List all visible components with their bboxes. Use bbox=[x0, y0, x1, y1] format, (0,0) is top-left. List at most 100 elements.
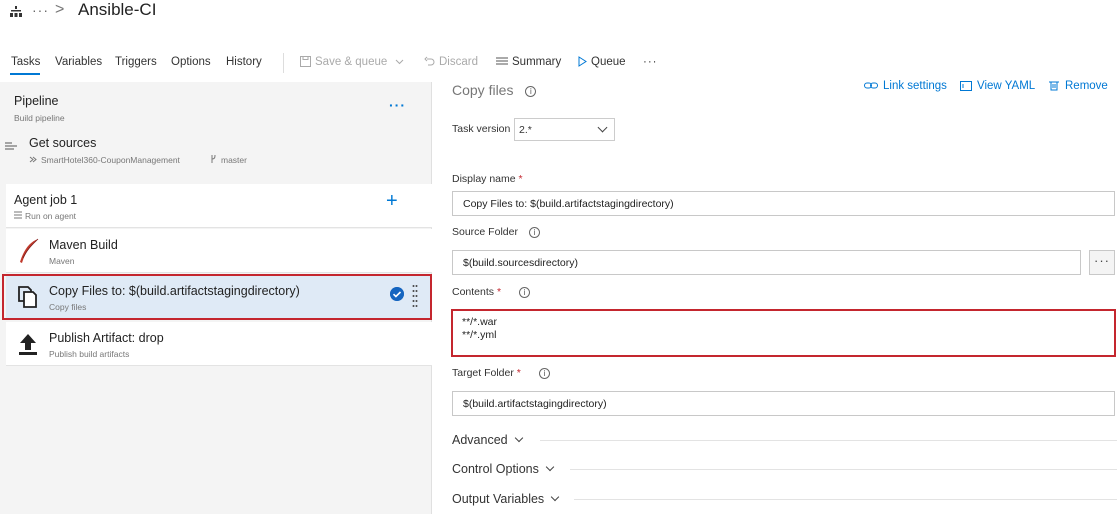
toolbar-separator bbox=[283, 53, 284, 73]
summary-button[interactable]: Summary bbox=[496, 56, 561, 68]
selected-task-highlight bbox=[2, 274, 432, 320]
save-queue-button[interactable]: Save & queue bbox=[300, 56, 404, 68]
display-name-label: Display name * bbox=[452, 173, 523, 185]
info-icon[interactable]: i bbox=[538, 367, 550, 379]
pipeline-title: Ansible-CI bbox=[78, 0, 157, 19]
required-mark: * bbox=[518, 173, 523, 185]
output-variables-section[interactable]: Output Variables bbox=[452, 492, 560, 506]
task-subtitle: Publish build artifacts bbox=[49, 349, 130, 359]
section-divider bbox=[574, 499, 1117, 500]
discard-button[interactable]: Discard bbox=[424, 56, 478, 68]
agent-job-subtitle-label: Run on agent bbox=[25, 211, 77, 221]
discard-label: Discard bbox=[439, 56, 478, 68]
toolbar-more-button[interactable]: ··· bbox=[643, 56, 658, 68]
tab-triggers[interactable]: Triggers bbox=[115, 56, 157, 68]
display-name-label-text: Display name bbox=[452, 173, 516, 185]
control-options-section[interactable]: Control Options bbox=[452, 462, 555, 476]
target-folder-label-text: Target Folder bbox=[452, 367, 514, 379]
tab-tasks[interactable]: Tasks bbox=[11, 56, 40, 68]
chevron-down-icon bbox=[550, 492, 560, 502]
agent-job-subtitle: Run on agent bbox=[14, 211, 76, 221]
remove-button[interactable]: Remove bbox=[1049, 80, 1108, 92]
branch-name: master bbox=[210, 154, 247, 165]
section-divider bbox=[570, 469, 1117, 470]
advanced-section[interactable]: Advanced bbox=[452, 433, 523, 447]
pipeline-item-title: Pipeline bbox=[14, 94, 59, 108]
link-settings-label: Link settings bbox=[883, 80, 947, 92]
add-task-button[interactable]: + bbox=[386, 190, 398, 213]
breadcrumb-separator: > bbox=[55, 1, 65, 18]
task-version-value: 2.* bbox=[519, 124, 532, 136]
control-options-label: Control Options bbox=[452, 462, 539, 476]
summary-label: Summary bbox=[512, 56, 562, 68]
contents-textarea[interactable]: **/*.war **/*.yml bbox=[451, 309, 1116, 357]
task-details-title: Copy files i bbox=[452, 82, 537, 98]
target-folder-label: Target Folder * i bbox=[452, 367, 550, 379]
play-icon bbox=[578, 56, 587, 68]
output-variables-label: Output Variables bbox=[452, 492, 545, 506]
chevron-down-icon bbox=[545, 462, 555, 472]
view-yaml-label: View YAML bbox=[977, 80, 1036, 92]
task-version-select[interactable]: 2.* bbox=[514, 118, 615, 141]
repo-label: SmartHotel360-CouponManagement bbox=[41, 155, 180, 165]
contents-label-text: Contents bbox=[452, 286, 495, 298]
trash-icon bbox=[1049, 81, 1059, 91]
get-sources-title: Get sources bbox=[29, 136, 97, 150]
repo-icon bbox=[29, 156, 37, 163]
tab-options[interactable]: Options bbox=[171, 56, 211, 68]
remove-label: Remove bbox=[1065, 80, 1108, 92]
browse-button[interactable]: ··· bbox=[1089, 250, 1115, 275]
maven-feather-icon bbox=[20, 238, 39, 263]
agent-icon bbox=[14, 211, 22, 219]
task-details-title-label: Copy files bbox=[452, 82, 514, 98]
task-title: Publish Artifact: drop bbox=[49, 331, 164, 345]
save-icon bbox=[300, 56, 311, 68]
source-folder-input[interactable]: $(build.sourcesdirectory) bbox=[452, 250, 1081, 275]
get-sources-item[interactable]: Get sources SmartHotel360-CouponManageme… bbox=[0, 134, 432, 174]
save-queue-label: Save & queue bbox=[315, 56, 388, 68]
list-icon bbox=[496, 57, 508, 65]
advanced-section-label: Advanced bbox=[452, 433, 508, 447]
task-item-maven-build[interactable]: Maven Build Maven bbox=[6, 229, 432, 273]
section-divider bbox=[540, 440, 1117, 441]
task-version-label: Task version bbox=[452, 123, 511, 135]
breadcrumb: ··· > Ansible-CI bbox=[0, 0, 1117, 26]
queue-label: Queue bbox=[591, 56, 626, 68]
repo-name: SmartHotel360-CouponManagement bbox=[29, 155, 180, 165]
queue-button[interactable]: Queue bbox=[578, 56, 626, 68]
sources-icon bbox=[5, 142, 17, 150]
source-folder-label: Source Folder i bbox=[452, 226, 540, 238]
pipeline-more-button[interactable]: ··· bbox=[389, 97, 406, 113]
agent-job-item[interactable]: Agent job 1 Run on agent + bbox=[6, 184, 432, 228]
pipeline-item[interactable]: Pipeline Build pipeline ··· bbox=[6, 89, 424, 131]
info-icon[interactable]: i bbox=[519, 286, 531, 298]
view-yaml-button[interactable]: View YAML bbox=[960, 80, 1035, 92]
target-folder-input[interactable]: $(build.artifactstagingdirectory) bbox=[452, 391, 1115, 416]
toolbar: Tasks Variables Triggers Options History… bbox=[0, 52, 1117, 76]
required-mark: * bbox=[516, 367, 521, 379]
tab-variables[interactable]: Variables bbox=[55, 56, 102, 68]
source-folder-label-text: Source Folder bbox=[452, 226, 518, 238]
task-item-publish-artifact[interactable]: Publish Artifact: drop Publish build art… bbox=[6, 322, 432, 366]
undo-icon bbox=[424, 57, 435, 66]
branch-icon bbox=[211, 154, 216, 163]
task-subtitle: Maven bbox=[49, 256, 75, 266]
upload-arrow-icon bbox=[19, 334, 37, 355]
link-icon bbox=[864, 82, 878, 89]
branch-label: master bbox=[221, 155, 247, 165]
link-settings-button[interactable]: Link settings bbox=[864, 80, 947, 92]
display-name-input[interactable]: Copy Files to: $(build.artifactstagingdi… bbox=[452, 191, 1115, 216]
yaml-icon bbox=[960, 80, 972, 91]
pipeline-item-subtitle: Build pipeline bbox=[14, 113, 65, 123]
agent-job-title: Agent job 1 bbox=[14, 193, 78, 207]
task-list-panel: Pipeline Build pipeline ··· Get sources … bbox=[0, 82, 432, 514]
info-icon[interactable]: i bbox=[528, 226, 540, 238]
chevron-down-icon bbox=[514, 433, 523, 443]
contents-label: Contents * i bbox=[452, 286, 531, 298]
breadcrumb-more[interactable]: ··· bbox=[32, 2, 49, 18]
pipeline-icon[interactable] bbox=[9, 5, 23, 19]
task-details-panel: Copy files i Link settings View YAML Rem… bbox=[432, 80, 1117, 514]
chevron-down-icon bbox=[597, 122, 608, 133]
tab-history[interactable]: History bbox=[226, 56, 262, 68]
info-icon[interactable]: i bbox=[525, 85, 537, 97]
